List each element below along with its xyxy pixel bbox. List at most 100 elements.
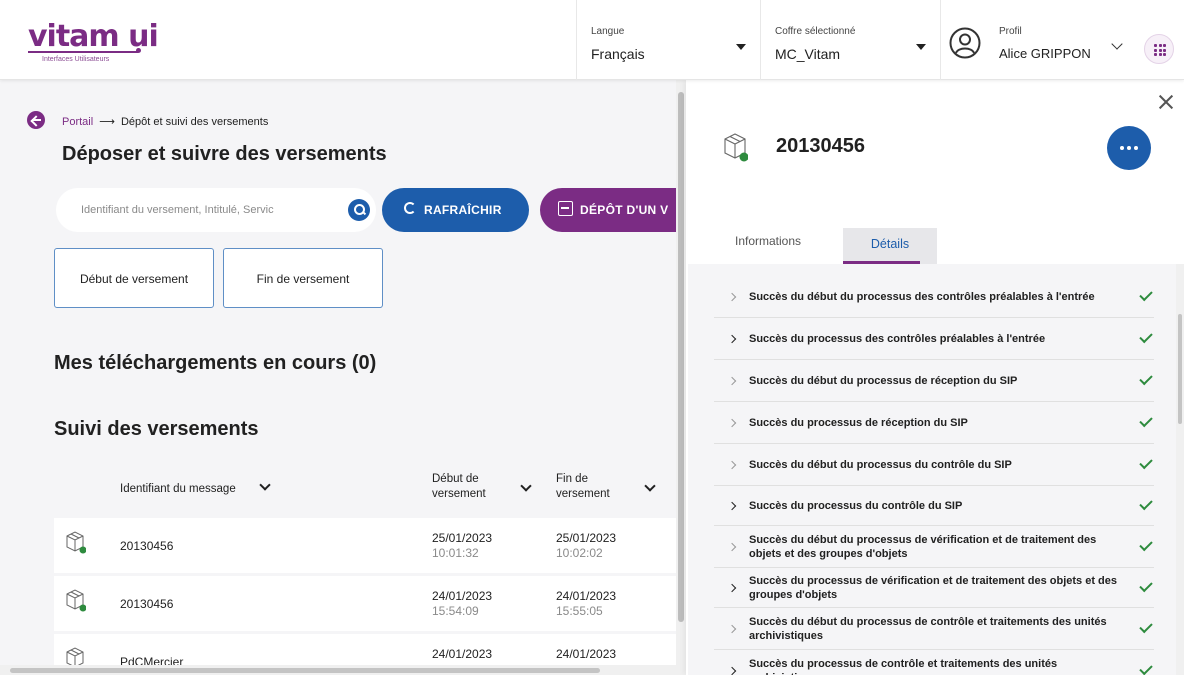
filter-end-date[interactable]: Fin de versement [223, 248, 383, 308]
row-end: 24/01/2023 [556, 647, 616, 662]
left-vertical-scrollbar[interactable] [676, 80, 686, 675]
process-step[interactable]: Succès du début du processus du contrôle… [714, 444, 1154, 486]
refresh-label: RAFRAÎCHIR [424, 203, 502, 217]
scrollbar-thumb[interactable] [10, 668, 600, 673]
table-header: Identifiant du message Début de versemen… [54, 460, 686, 518]
process-step[interactable]: Succès du début du processus de vérifica… [714, 526, 1154, 568]
package-icon [724, 133, 748, 162]
row-end: 25/01/2023 10:02:02 [556, 531, 616, 561]
vault-label: Coffre sélectionné [775, 26, 856, 37]
row-end-date: 25/01/2023 [556, 531, 617, 545]
check-icon [1139, 287, 1153, 302]
filter-chevron-icon[interactable] [644, 480, 656, 492]
breadcrumb-current: Dépôt et suivi des versements [120, 116, 269, 128]
status-dot [739, 152, 748, 162]
chevron-right-icon[interactable] [727, 334, 737, 344]
row-start-time: 15:54:09 [432, 604, 479, 618]
filter-start-date[interactable]: Début de versement [54, 248, 214, 308]
process-step[interactable]: Succès du début du processus de réceptio… [714, 360, 1154, 402]
check-icon [1139, 455, 1153, 470]
check-icon [1139, 496, 1153, 511]
row-start: 24/01/2023 15:54:09 [432, 589, 492, 619]
chevron-right-icon[interactable] [727, 501, 737, 511]
scrollbar-thumb[interactable] [1178, 314, 1182, 424]
language-value: Français [591, 46, 645, 62]
breadcrumb-portal-link[interactable]: Portail [62, 116, 93, 128]
chevron-right-icon[interactable] [727, 542, 737, 552]
deposit-label: DÉPÔT D'UN V [580, 203, 669, 217]
row-end-time: 15:55:05 [556, 604, 603, 618]
process-step-label: Succès du processus de réception du SIP [749, 417, 968, 429]
chevron-right-icon[interactable] [727, 460, 737, 470]
row-start-date: 25/01/2023 [432, 531, 493, 545]
search-input[interactable] [81, 201, 336, 219]
process-step[interactable]: Succès du processus de réception du SIP [714, 402, 1154, 444]
language-selector[interactable]: Langue Français [576, 0, 760, 80]
table-row[interactable]: 20130456 25/01/2023 10:01:32 25/01/2023 10… [54, 518, 686, 573]
apps-menu-button[interactable] [1144, 34, 1174, 64]
row-end-time: 10:02:02 [556, 546, 603, 560]
close-icon[interactable] [1158, 94, 1174, 110]
check-icon [1139, 537, 1153, 552]
process-step-label: Succès du processus de contrôle et trait… [749, 658, 1058, 675]
vault-value: MC_Vitam [775, 46, 841, 62]
process-step[interactable]: Succès du processus des contrôles préala… [714, 318, 1154, 360]
process-step[interactable]: Succès du processus du contrôle du SIP [714, 486, 1154, 526]
caret-down-icon [736, 44, 746, 50]
chevron-right-icon[interactable] [727, 624, 737, 634]
column-header-end[interactable]: Fin de versement [556, 472, 610, 502]
check-icon [1139, 371, 1153, 386]
chevron-down-icon [1111, 38, 1123, 50]
downloads-title: Mes téléchargements en cours (0) [54, 352, 377, 374]
caret-down-icon [916, 44, 926, 50]
process-step-label: Succès du début du processus de réceptio… [749, 375, 1018, 387]
process-step-label: Succès du début du processus du contrôle… [749, 459, 1012, 471]
check-icon [1139, 413, 1153, 428]
search-icon[interactable] [348, 199, 370, 221]
process-step-label: Succès du début du processus de vérifica… [749, 534, 1097, 560]
scrollbar-thumb[interactable] [678, 92, 684, 622]
column-header-end-line2: versement [556, 488, 610, 500]
vault-selector[interactable]: Coffre sélectionné MC_Vitam [760, 0, 940, 80]
chevron-right-icon[interactable] [727, 376, 737, 386]
search-bar [56, 188, 376, 232]
refresh-button[interactable]: RAFRAÎCHIR [382, 188, 529, 232]
column-header-id-label: Identifiant du message [120, 483, 236, 495]
profile-name: Alice GRIPPON [999, 46, 1091, 61]
row-id: 20130456 [120, 539, 174, 553]
filter-chevron-icon[interactable] [520, 480, 532, 492]
language-label: Langue [591, 26, 625, 37]
process-step-label: Succès du processus du contrôle du SIP [749, 500, 963, 512]
check-icon [1139, 329, 1153, 344]
check-icon [1139, 661, 1153, 675]
chevron-right-icon[interactable] [727, 292, 737, 302]
more-actions-button[interactable] [1107, 126, 1151, 170]
profile-menu[interactable]: Profil Alice GRIPPON [940, 0, 1135, 80]
process-step-label: Succès du processus de vérification et d… [749, 575, 1118, 601]
chevron-right-icon[interactable] [727, 666, 737, 675]
process-step[interactable]: Succès du début du processus des contrôl… [714, 276, 1154, 318]
chevron-right-icon[interactable] [727, 583, 737, 593]
column-header-start[interactable]: Début de versement [432, 472, 486, 502]
process-step[interactable]: Succès du début du processus de contrôle… [714, 608, 1154, 650]
breadcrumb: Portail ⟶ Dépôt et suivi des versements [62, 115, 268, 128]
refresh-icon [404, 202, 416, 214]
process-step[interactable]: Succès du processus de contrôle et trait… [714, 650, 1154, 675]
column-header-start-line2: versement [432, 488, 486, 500]
process-step-label: Succès du processus des contrôles préala… [749, 333, 1046, 345]
tracking-title: Suivi des versements [54, 418, 259, 440]
profile-label: Profil [999, 26, 1022, 37]
chevron-right-icon[interactable] [727, 418, 737, 428]
left-horizontal-scrollbar[interactable] [0, 665, 676, 675]
app-header: vitam ui Interfaces Utilisateurs Langue … [0, 0, 1184, 80]
vitam-ui-logo[interactable]: vitam ui Interfaces Utilisateurs [28, 22, 159, 66]
tab-details[interactable]: Détails [843, 228, 937, 264]
column-header-id[interactable]: Identifiant du message [120, 482, 236, 497]
sort-chevron-icon[interactable] [259, 479, 271, 491]
row-start: 24/01/2023 [432, 647, 492, 662]
table-row[interactable]: 20130456 24/01/2023 15:54:09 24/01/2023 15… [54, 576, 686, 631]
right-vertical-scrollbar[interactable] [1176, 264, 1184, 675]
process-step[interactable]: Succès du processus de vérification et d… [714, 568, 1154, 608]
row-id: 20130456 [120, 597, 174, 611]
back-arrow-icon[interactable] [27, 111, 45, 129]
